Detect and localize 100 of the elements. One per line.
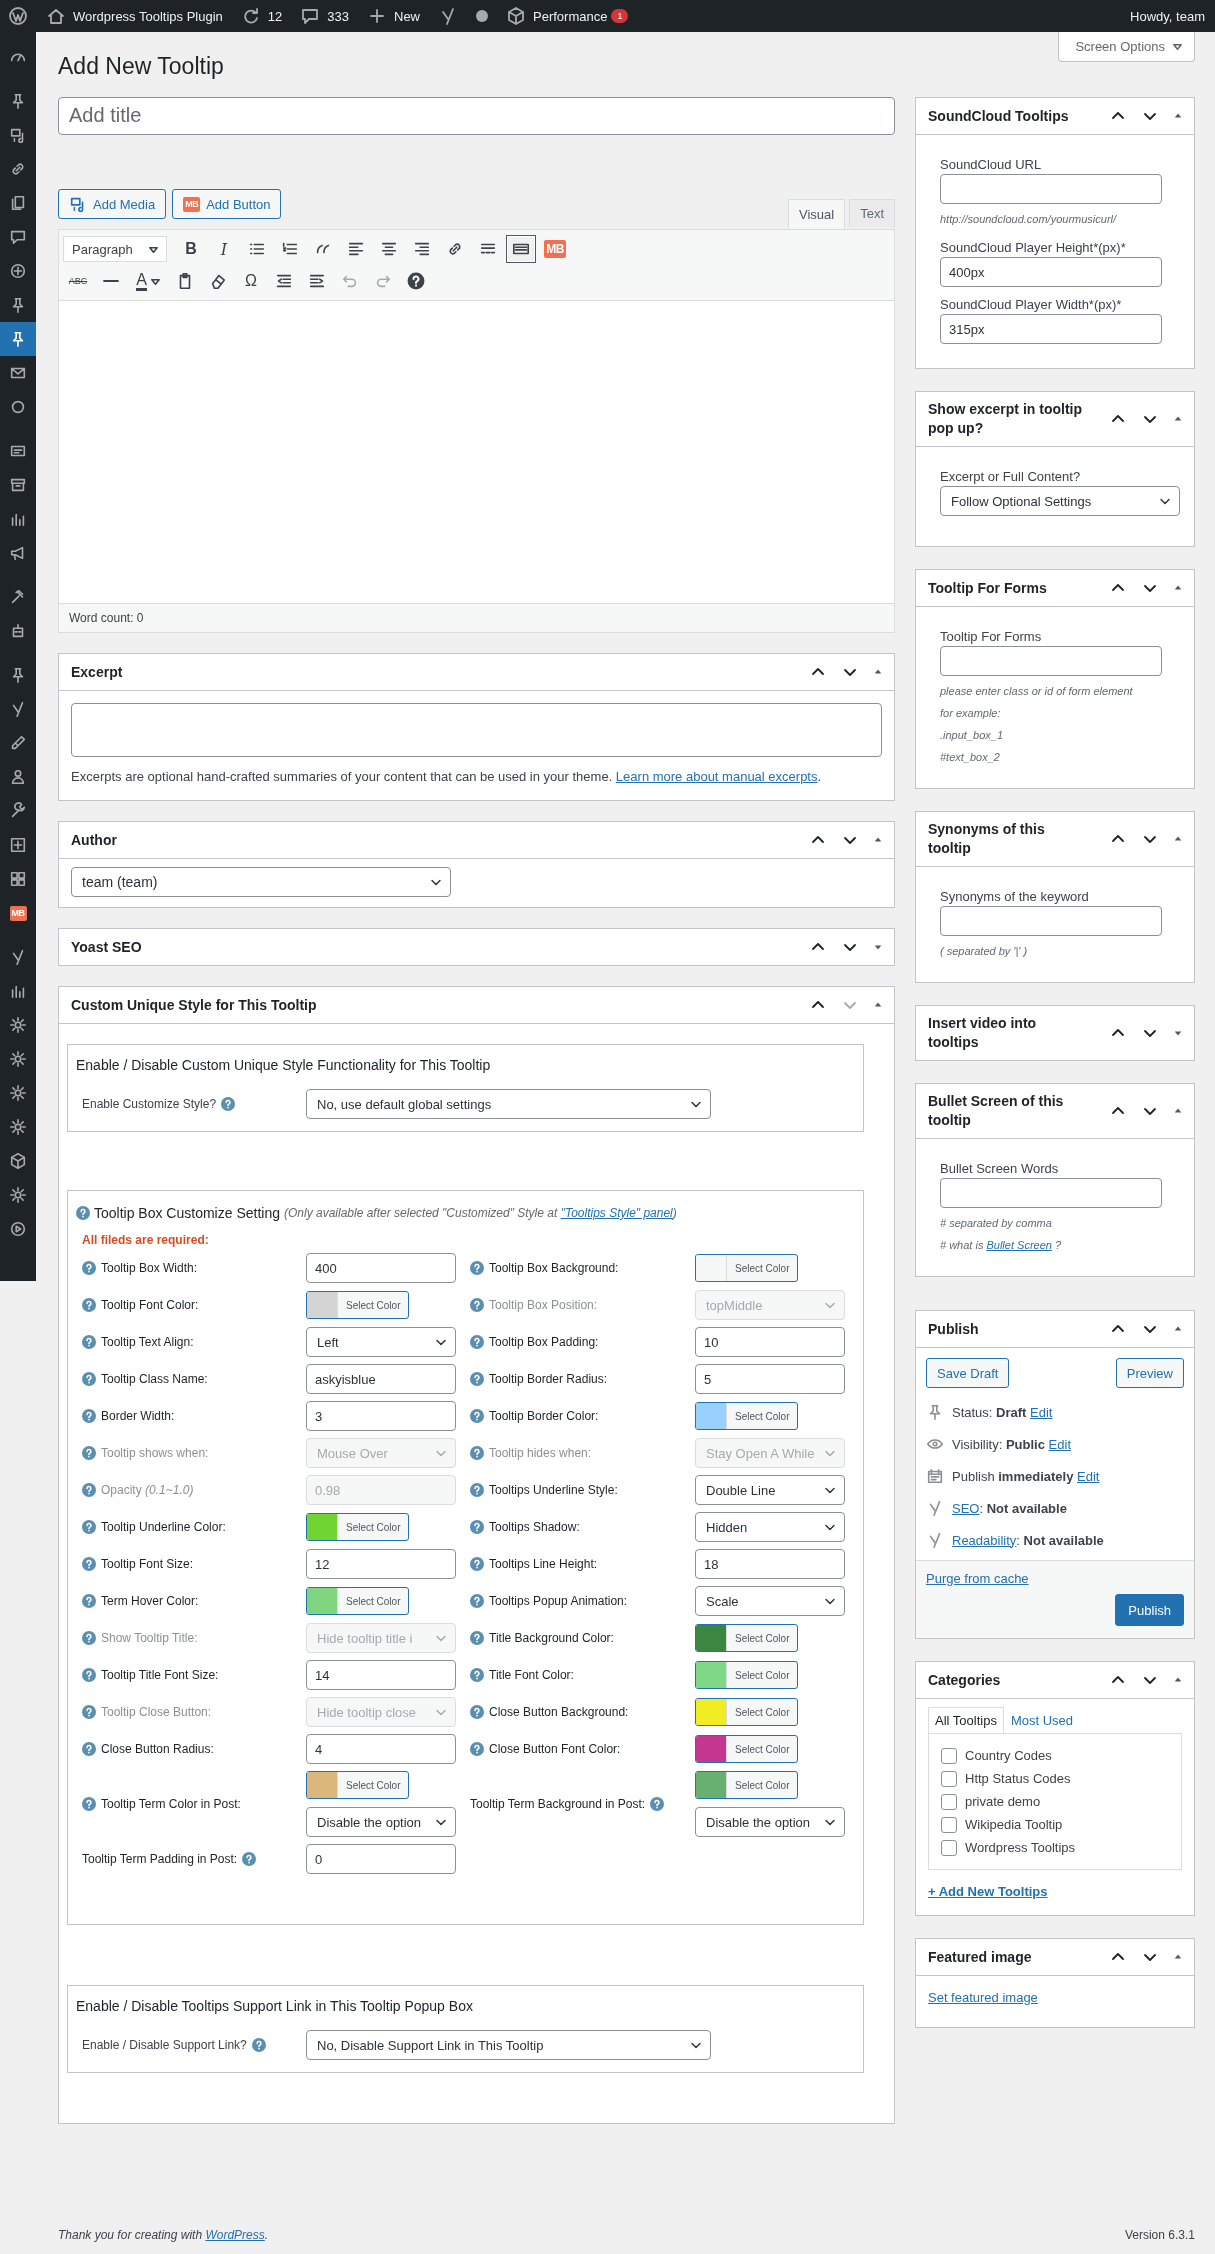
text-field[interactable]: 400px [940,257,1162,287]
field-label: Tooltip Term Padding in Post: [82,1852,238,1866]
admin-bar-link[interactable]: 333 [300,6,349,26]
edit-link[interactable]: Edit [1048,1436,1071,1452]
required-notice: All fileds are required: [82,1233,210,1247]
save-draft-button[interactable]: Save Draft [926,1358,1010,1388]
hint-text: ( separated by '|' ) [940,944,1029,959]
color-picker-button[interactable]: Select Color [306,1587,410,1615]
color-picker-button[interactable]: Select Color [306,1513,410,1541]
text-field[interactable]: 14 [306,1660,456,1690]
text-field[interactable]: 3 [306,1401,456,1431]
text-field[interactable]: 315px [940,314,1162,344]
select-field[interactable]: No, use default global settings [306,1089,711,1119]
media-button[interactable]: Add Media [58,189,167,219]
color-picker-button[interactable]: Select Color [695,1402,799,1430]
purge-cache-link[interactable]: Purge from cache [926,1571,1029,1586]
text-field[interactable]: 12 [306,1549,456,1579]
publish-button[interactable]: Publish [1115,1594,1184,1626]
color-picker-button[interactable]: Select Color [695,1735,799,1763]
hint-text: http://soundcloud.com/yourmusicurl/ [940,212,1118,227]
availability-note: (Only available after selected "Customized" Style at "Tooltips Style" panel) [284,1206,677,1220]
field-label: Term Hover Color: [101,1594,199,1608]
admin-bar-link[interactable]: Performance 1 [506,6,629,26]
field-label: Tooltips Popup Animation: [489,1594,628,1608]
color-picker-button[interactable]: Select Color [695,1254,799,1282]
text-field[interactable]: askyisblue [306,1364,456,1394]
wordpress-link[interactable]: WordPress [205,2228,265,2242]
color-picker-button[interactable]: Select Color [695,1661,799,1689]
field-label: Show Tooltip Title: [101,1631,198,1645]
color-picker-button[interactable]: Select Color [306,1771,410,1799]
box-title: Tooltip For Forms [928,578,1047,598]
special-character-button[interactable]: Ω [236,267,266,295]
field-label: Tooltip Box Padding: [489,1335,599,1349]
color-picker-button[interactable]: Select Color [695,1771,799,1799]
add-category-link[interactable]: + Add New Tooltips [928,1884,1048,1899]
edit-link[interactable]: Edit [1030,1404,1053,1420]
text-field[interactable]: 0 [306,1844,456,1874]
italic-button[interactable]: I [209,235,239,263]
title-field[interactable]: Add title [58,97,895,135]
field-label: Tooltip Text Align: [101,1335,194,1349]
set-featured-image-link[interactable]: Set featured image [928,1990,1038,2005]
box-title: Excerpt [71,662,123,682]
field-label: Tooltips Shadow: [489,1520,580,1534]
text-field[interactable]: 18 [695,1549,845,1579]
editor-tab[interactable]: Text [849,199,895,227]
text-field[interactable]: 4 [306,1734,456,1764]
category-label: Wordpress Tooltips [965,1840,1076,1855]
field-label: Opacity (0.1~1.0) [101,1483,194,1497]
admin-bar-link[interactable]: 12 [240,6,283,26]
hint-link[interactable]: Bullet Screen [986,1239,1052,1251]
field-label: Tooltip Title Font Size: [101,1668,219,1682]
color-picker-button[interactable]: Select Color [695,1698,799,1726]
bold-button[interactable]: B [176,235,206,263]
text-field[interactable]: 5 [695,1364,845,1394]
format-select[interactable]: Paragraph [63,236,167,262]
select-field[interactable]: Hidden [695,1512,845,1542]
hint-text: .input_box_1 [940,728,1004,743]
category-label: Http Status Codes [965,1771,1071,1786]
category-label: private demo [965,1794,1041,1809]
hint-text: #text_box_2 [940,750,1001,765]
select-field[interactable]: Scale [695,1586,845,1616]
field-label: Close Button Radius: [101,1742,214,1756]
tooltips-style-link[interactable]: "Tooltips Style" panel [560,1206,673,1220]
field-label: Tooltips Underline Style: [489,1483,618,1497]
preview-button[interactable]: Preview [1115,1358,1184,1388]
color-picker-button[interactable]: Select Color [306,1291,410,1319]
version-text: Version 6.3.1 [1124,2228,1195,2242]
admin-bar-link[interactable]: New [367,6,420,26]
text-color-button[interactable]: A [129,267,167,295]
media-button[interactable]: MB Add Button [172,189,282,219]
editor-tab[interactable]: Visual [787,199,846,229]
text-field[interactable]: 400 [306,1253,456,1283]
strikethrough-button[interactable]: ABC [63,267,93,295]
logo-icon: MB [183,196,201,212]
select-field[interactable]: Left [306,1327,456,1357]
select-field[interactable]: Follow Optional Settings [940,486,1180,516]
text-field[interactable]: 10 [695,1327,845,1357]
panel-title: Enable / Disable Custom Unique Style Functionality for This Tooltip [76,1057,492,1073]
select-field[interactable]: Double Line [695,1475,845,1505]
field-label: Bullet Screen Words [940,1161,1060,1176]
screen-options-button[interactable]: Screen Options [1058,32,1195,62]
field-label: Tooltip Term Background in Post: [470,1797,646,1811]
count-badge: 1 [611,9,629,23]
edit-link[interactable]: Edit [1077,1468,1100,1484]
field-label: Tooltip Font Color: [101,1298,199,1312]
author-select[interactable]: team (team) [71,867,451,897]
category-tab[interactable]: Most Used [1003,1707,1081,1733]
select-field[interactable]: No, Disable Support Link in This Tooltip [306,2030,711,2060]
admin-bar-link[interactable]: Wordpress Tooltips Plugin [46,6,223,26]
box-title: Bullet Screen of this tooltip [928,1092,1065,1130]
category-tab[interactable]: All Tooltips [928,1707,1004,1733]
field-label: Tooltip Border Color: [489,1409,599,1423]
select-field[interactable]: Disable the option [695,1807,845,1837]
select-field[interactable]: Disable the option [306,1807,456,1837]
account-link[interactable]: Howdy, team [1130,8,1205,24]
color-picker-button[interactable]: Select Color [695,1624,799,1652]
field-label: SoundCloud Player Width*(px)* [940,297,1123,312]
category-label: Wikipedia Tooltip [965,1817,1063,1832]
field-label: Tooltip Box Background: [489,1261,619,1275]
field-label: Tooltip Class Name: [101,1372,208,1386]
